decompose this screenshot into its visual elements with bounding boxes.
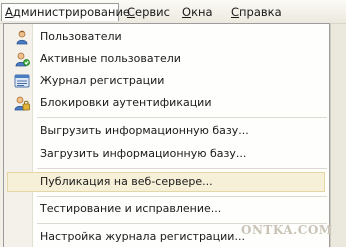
menu-service[interactable]: Сервис [124,3,173,21]
user-icon [14,29,30,45]
menu-administration[interactable]: Администрирование [1,3,130,21]
menu-item-export-infobase-label: Выгрузить информационную базу... [40,124,249,137]
menu-item-active-users-label: Активные пользователи [40,52,181,65]
menu-item-import-infobase-label: Загрузить информационную базу... [40,147,247,160]
menu-item-registration-log-label: Журнал регистрации [40,74,165,87]
active-users-icon [14,51,30,67]
menu-administration-accel: А [5,5,13,19]
menu-item-users-label: Пользователи [40,30,122,43]
menu-item-registration-log[interactable]: Журнал регистрации [7,71,325,91]
menu-windows-accel: О [182,5,192,19]
menu-item-auth-locks-label: Блокировки аутентификации [40,96,212,109]
menu-separator [37,196,327,197]
menu-administration-label: дминистрирование [12,5,130,19]
menu-item-export-infobase[interactable]: Выгрузить информационную базу... [7,121,325,141]
menu-item-active-users[interactable]: Активные пользователи [7,49,325,69]
menu-item-users[interactable]: Пользователи [7,27,325,47]
administration-dropdown-menu: Пользователи Активные пользователи Журна… [3,23,330,247]
menu-item-log-settings-label: Настройка журнала регистрации... [40,230,245,243]
menu-help-label: правка [239,5,282,19]
menu-service-accel: С [127,5,136,19]
menu-item-web-publication-label: Публикация на веб-сервере... [40,175,213,188]
menu-separator [37,117,327,118]
lock-user-icon [14,95,30,111]
menu-item-testing-repair[interactable]: Тестирование и исправление... [7,199,325,219]
log-icon [14,73,30,89]
menu-item-web-publication[interactable]: Публикация на веб-сервере... [7,172,325,192]
menu-help[interactable]: Справка [228,3,291,21]
menu-windows[interactable]: Окна [179,3,223,21]
background-pane [330,24,346,247]
menu-item-testing-repair-label: Тестирование и исправление... [40,202,222,215]
menu-item-auth-locks[interactable]: Блокировки аутентификации [7,93,325,113]
menu-item-import-infobase[interactable]: Загрузить информационную базу... [7,144,325,164]
menu-windows-label: кна [191,5,213,19]
menu-bar: Администрирование Сервис Окна Справка [0,0,346,24]
menu-separator [37,168,327,169]
site-watermark: ONTKA.COM [241,223,333,237]
menu-service-label: ервис [135,5,170,19]
menu-help-accel: С [231,5,240,19]
